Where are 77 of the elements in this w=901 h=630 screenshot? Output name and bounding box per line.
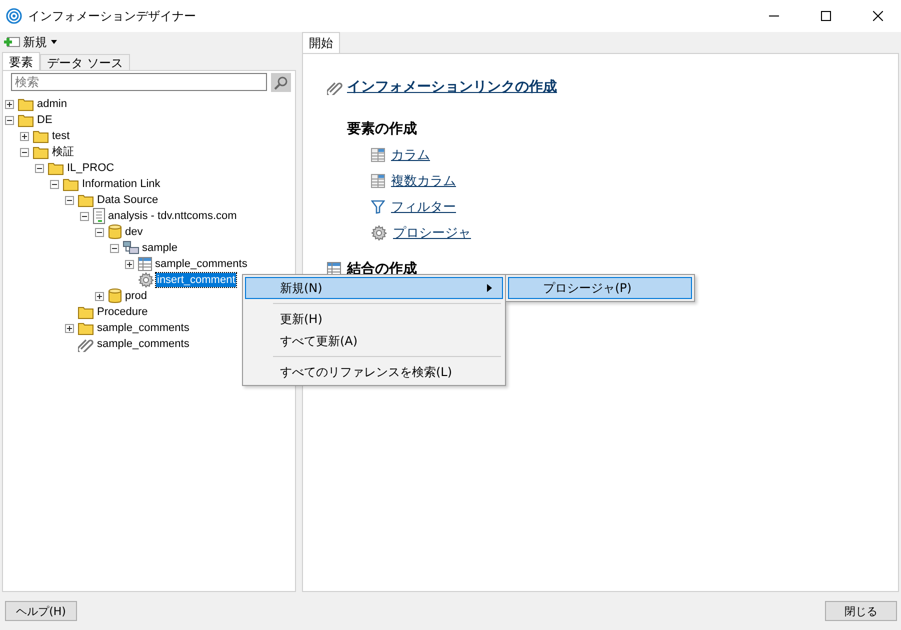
collapse-toggle[interactable]	[20, 148, 29, 156]
tree-item[interactable]: sample_comments	[154, 257, 248, 271]
create-link[interactable]: インフォメーションリンクの作成	[347, 78, 557, 96]
tree-item[interactable]: IL_PROC	[66, 161, 116, 175]
close-icon[interactable]	[873, 11, 883, 21]
collapse-toggle[interactable]	[110, 244, 119, 252]
help-button[interactable]: ヘルプ(H)	[5, 601, 77, 621]
gear-icon	[138, 272, 154, 288]
gear-icon	[371, 225, 387, 241]
section-heading: 結合の作成	[347, 260, 417, 278]
schema-icon	[123, 241, 139, 255]
element-link[interactable]: フィルター	[391, 198, 456, 216]
tree-item[interactable]: Procedure	[96, 305, 149, 319]
caret-icon	[50, 39, 58, 45]
new-button[interactable]: 新規	[2, 32, 60, 52]
search-button[interactable]	[271, 73, 291, 92]
tree-item[interactable]: sample	[141, 241, 178, 255]
tab[interactable]: 要素	[2, 52, 40, 70]
database-icon	[108, 288, 122, 304]
search-icon	[274, 76, 288, 90]
folder-icon	[18, 113, 34, 127]
add-icon	[4, 36, 20, 48]
window-title: インフォメーションデザイナー	[28, 8, 197, 24]
filter-icon	[371, 200, 385, 214]
collapse-toggle[interactable]	[35, 164, 44, 172]
expand-toggle[interactable]	[20, 132, 29, 140]
folder-icon	[78, 321, 94, 335]
tab[interactable]: 開始	[302, 32, 340, 53]
expand-toggle[interactable]	[125, 260, 134, 268]
folder-icon	[78, 193, 94, 207]
folder-icon	[18, 97, 34, 111]
menu-item[interactable]: すべて更新(A)	[245, 330, 503, 352]
folder-icon	[78, 305, 94, 319]
tree-item[interactable]: analysis - tdv.nttcoms.com	[107, 209, 238, 223]
tab[interactable]: データ ソース	[40, 54, 130, 70]
collapse-toggle[interactable]	[50, 180, 59, 188]
close-dialog-button[interactable]: 閉じる	[825, 601, 897, 621]
collapse-toggle[interactable]	[95, 228, 104, 236]
tree-item[interactable]: admin	[36, 97, 68, 111]
column-icon	[371, 174, 385, 188]
tree-item[interactable]: prod	[124, 289, 148, 303]
table-icon	[138, 257, 152, 271]
database-icon	[108, 224, 122, 240]
tree-item[interactable]: Information Link	[81, 177, 162, 191]
tree-item[interactable]: sample_comments	[96, 321, 190, 335]
menu-item[interactable]: すべてのリファレンスを検索(L)	[245, 361, 503, 383]
document-icon	[93, 208, 105, 224]
submenu-arrow-icon	[487, 284, 492, 292]
expand-toggle[interactable]	[65, 324, 74, 332]
tree-item[interactable]: test	[51, 129, 71, 143]
join-icon	[327, 262, 341, 276]
tree-item[interactable]: 検証	[51, 145, 75, 159]
element-link[interactable]: 複数カラム	[391, 172, 456, 190]
menu-item[interactable]: 新規(N)	[245, 277, 503, 299]
maximize-icon[interactable]	[821, 11, 831, 21]
tree-item[interactable]: DE	[36, 113, 54, 127]
element-link[interactable]: カラム	[391, 146, 430, 164]
tree-item[interactable]: Data Source	[96, 193, 160, 207]
expand-toggle[interactable]	[5, 100, 14, 108]
collapse-toggle[interactable]	[80, 212, 89, 220]
app-icon	[6, 8, 22, 24]
collapse-toggle[interactable]	[65, 196, 74, 204]
tree-item[interactable]: insert_comment	[156, 273, 236, 287]
folder-icon	[48, 161, 64, 175]
section-heading: 要素の作成	[347, 120, 418, 138]
collapse-toggle[interactable]	[5, 116, 14, 124]
tree-item[interactable]: sample_comments	[96, 337, 190, 351]
folder-icon	[33, 145, 49, 159]
menu-item[interactable]: プロシージャ(P)	[508, 277, 692, 299]
menu-item[interactable]: 更新(H)	[245, 308, 503, 330]
folder-icon	[63, 177, 79, 191]
search-field[interactable]: 検索	[11, 73, 267, 91]
element-link[interactable]: プロシージャ	[393, 224, 471, 242]
tree-item[interactable]: dev	[124, 225, 144, 239]
column-icon	[371, 148, 385, 162]
folder-icon	[33, 129, 49, 143]
expand-toggle[interactable]	[95, 292, 104, 300]
